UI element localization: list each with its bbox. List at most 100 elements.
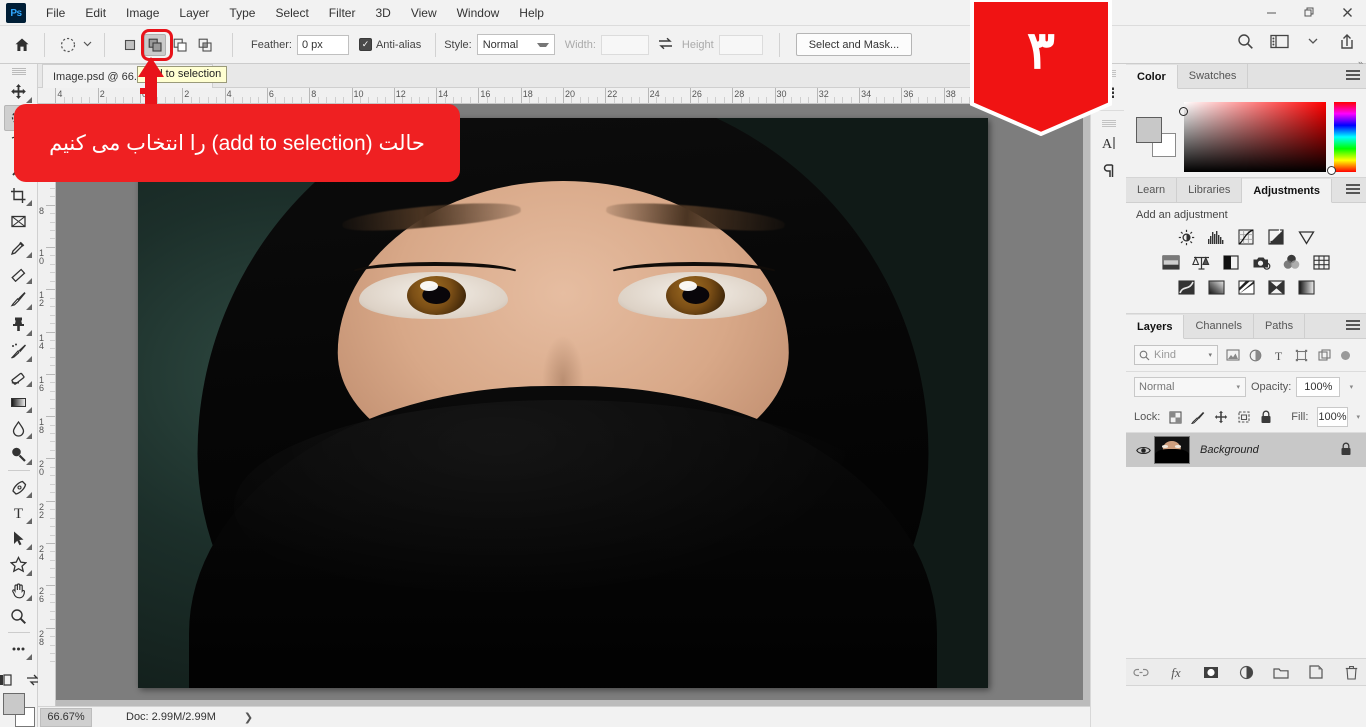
fill-stepper-icon[interactable]: ▾	[1357, 413, 1361, 421]
menu-view[interactable]: View	[401, 2, 447, 24]
new-group-button[interactable]	[1273, 664, 1290, 681]
close-button[interactable]	[1328, 0, 1366, 25]
color-swatches[interactable]	[2, 693, 35, 727]
layer-locked-icon[interactable]	[1340, 442, 1352, 459]
layer-filter-kind-select[interactable]: Kind ▾	[1134, 345, 1218, 365]
history-brush-tool[interactable]	[4, 338, 34, 364]
zoom-tool[interactable]	[4, 603, 34, 629]
tab-color[interactable]: Color	[1126, 65, 1178, 89]
menu-select[interactable]: Select	[265, 2, 318, 24]
menu-file[interactable]: File	[36, 2, 75, 24]
canvas-vertical-scrollbar[interactable]	[1083, 104, 1090, 706]
toolbox-grip[interactable]	[11, 68, 26, 75]
canvas-area[interactable]	[56, 104, 1090, 706]
eraser-tool[interactable]	[4, 364, 34, 390]
new-adjustment-layer-button[interactable]	[1238, 664, 1255, 681]
frame-tool[interactable]	[4, 208, 34, 234]
quick-mask-icon[interactable]	[0, 671, 16, 689]
layers-empty-area[interactable]	[1126, 467, 1366, 653]
dodge-tool[interactable]	[4, 441, 34, 467]
chevron-down-icon[interactable]	[1302, 30, 1324, 52]
layer-visibility-icon[interactable]	[1132, 445, 1154, 456]
paragraph-icon[interactable]	[1095, 157, 1123, 185]
selective-color-adjustment-icon[interactable]	[1266, 278, 1286, 296]
menu-window[interactable]: Window	[447, 2, 510, 24]
search-icon[interactable]	[1234, 30, 1256, 52]
brightness-contrast-adjustment-icon[interactable]	[1176, 228, 1196, 246]
panel-menu-icon[interactable]	[1346, 320, 1360, 331]
anti-alias-checkbox[interactable]: ✓ Anti-alias	[358, 38, 421, 51]
menu-help[interactable]: Help	[509, 2, 554, 24]
custom-shape-tool[interactable]	[4, 552, 34, 578]
tab-adjustments[interactable]: Adjustments	[1242, 179, 1332, 203]
smart-object-filter-icon[interactable]	[1316, 347, 1333, 364]
pixel-filter-icon[interactable]	[1224, 347, 1241, 364]
fill-value[interactable]: 100%	[1317, 407, 1348, 427]
path-selection-tool[interactable]	[4, 526, 34, 552]
select-and-mask-button[interactable]: Select and Mask...	[795, 33, 913, 56]
lock-position-icon[interactable]	[1214, 410, 1228, 425]
tool-preset-picker[interactable]	[53, 34, 96, 56]
delete-layer-button[interactable]	[1343, 664, 1360, 681]
clone-stamp-tool[interactable]	[4, 312, 34, 338]
eyedropper-tool[interactable]	[4, 234, 34, 260]
add-layer-mask-button[interactable]	[1203, 664, 1220, 681]
adjustment-filter-icon[interactable]	[1247, 347, 1264, 364]
color-field-marker[interactable]	[1179, 107, 1188, 116]
move-tool[interactable]	[4, 79, 34, 105]
foreground-color-swatch[interactable]	[2, 693, 25, 716]
type-filter-icon[interactable]: T	[1270, 347, 1287, 364]
horizontal-ruler[interactable]: 4202468101214161820222426283032343638404…	[38, 88, 1090, 104]
shape-filter-icon[interactable]	[1293, 347, 1310, 364]
tab-channels[interactable]: Channels	[1184, 314, 1254, 338]
menu-3d[interactable]: 3D	[365, 2, 400, 24]
invert-adjustment-icon[interactable]	[1176, 278, 1196, 296]
spot-healing-brush-tool[interactable]	[4, 260, 34, 286]
type-tool[interactable]: T	[4, 500, 34, 526]
vertical-ruler[interactable]: 46810121416182022242628	[38, 104, 56, 706]
new-selection-button[interactable]	[119, 34, 141, 56]
status-expand-icon[interactable]: ❯	[244, 711, 253, 724]
edit-toolbar-button[interactable]	[4, 636, 34, 662]
gradient-tool[interactable]	[4, 389, 34, 415]
tab-layers[interactable]: Layers	[1126, 315, 1185, 339]
layer-name[interactable]: Background	[1200, 444, 1340, 456]
menu-filter[interactable]: Filter	[319, 2, 366, 24]
add-to-selection-button[interactable]	[144, 33, 166, 56]
pen-tool[interactable]	[4, 474, 34, 500]
menu-type[interactable]: Type	[219, 2, 265, 24]
panel-menu-icon[interactable]	[1346, 70, 1360, 81]
color-panel-swatches[interactable]	[1136, 117, 1176, 157]
filter-toggle-switch[interactable]	[1341, 350, 1350, 360]
swap-arrows-icon[interactable]	[657, 37, 674, 53]
restore-button[interactable]	[1290, 0, 1328, 25]
table-row[interactable]: Background	[1126, 433, 1366, 467]
tab-paths[interactable]: Paths	[1254, 314, 1306, 338]
tab-libraries[interactable]: Libraries	[1177, 178, 1243, 202]
channel-mixer-adjustment-icon[interactable]	[1281, 253, 1301, 271]
exposure-adjustment-icon[interactable]	[1266, 228, 1286, 246]
height-input[interactable]	[718, 34, 763, 55]
opacity-value[interactable]: 100%	[1296, 377, 1341, 397]
levels-adjustment-icon[interactable]	[1206, 228, 1226, 246]
workspace-icon[interactable]	[1268, 30, 1290, 52]
new-layer-button[interactable]	[1308, 664, 1325, 681]
vibrance-adjustment-icon[interactable]	[1296, 228, 1316, 246]
panel-menu-icon[interactable]	[1346, 184, 1360, 195]
intersect-with-selection-button[interactable]	[194, 34, 216, 56]
threshold-adjustment-icon[interactable]	[1236, 278, 1256, 296]
tab-learn[interactable]: Learn	[1126, 178, 1178, 202]
menu-image[interactable]: Image	[116, 2, 169, 24]
posterize-adjustment-icon[interactable]	[1206, 278, 1226, 296]
share-icon[interactable]	[1336, 30, 1358, 52]
home-icon[interactable]	[8, 31, 36, 59]
minimize-button[interactable]	[1252, 0, 1290, 25]
menu-edit[interactable]: Edit	[75, 2, 116, 24]
black-white-adjustment-icon[interactable]	[1221, 253, 1241, 271]
blend-mode-select[interactable]: Normal ▾	[1134, 377, 1246, 397]
opacity-stepper-icon[interactable]: ▾	[1345, 383, 1357, 391]
style-select[interactable]: Normal	[476, 34, 555, 55]
subtract-from-selection-button[interactable]	[169, 34, 191, 56]
hue-slider[interactable]	[1327, 102, 1356, 175]
color-foreground-swatch[interactable]	[1136, 117, 1162, 143]
